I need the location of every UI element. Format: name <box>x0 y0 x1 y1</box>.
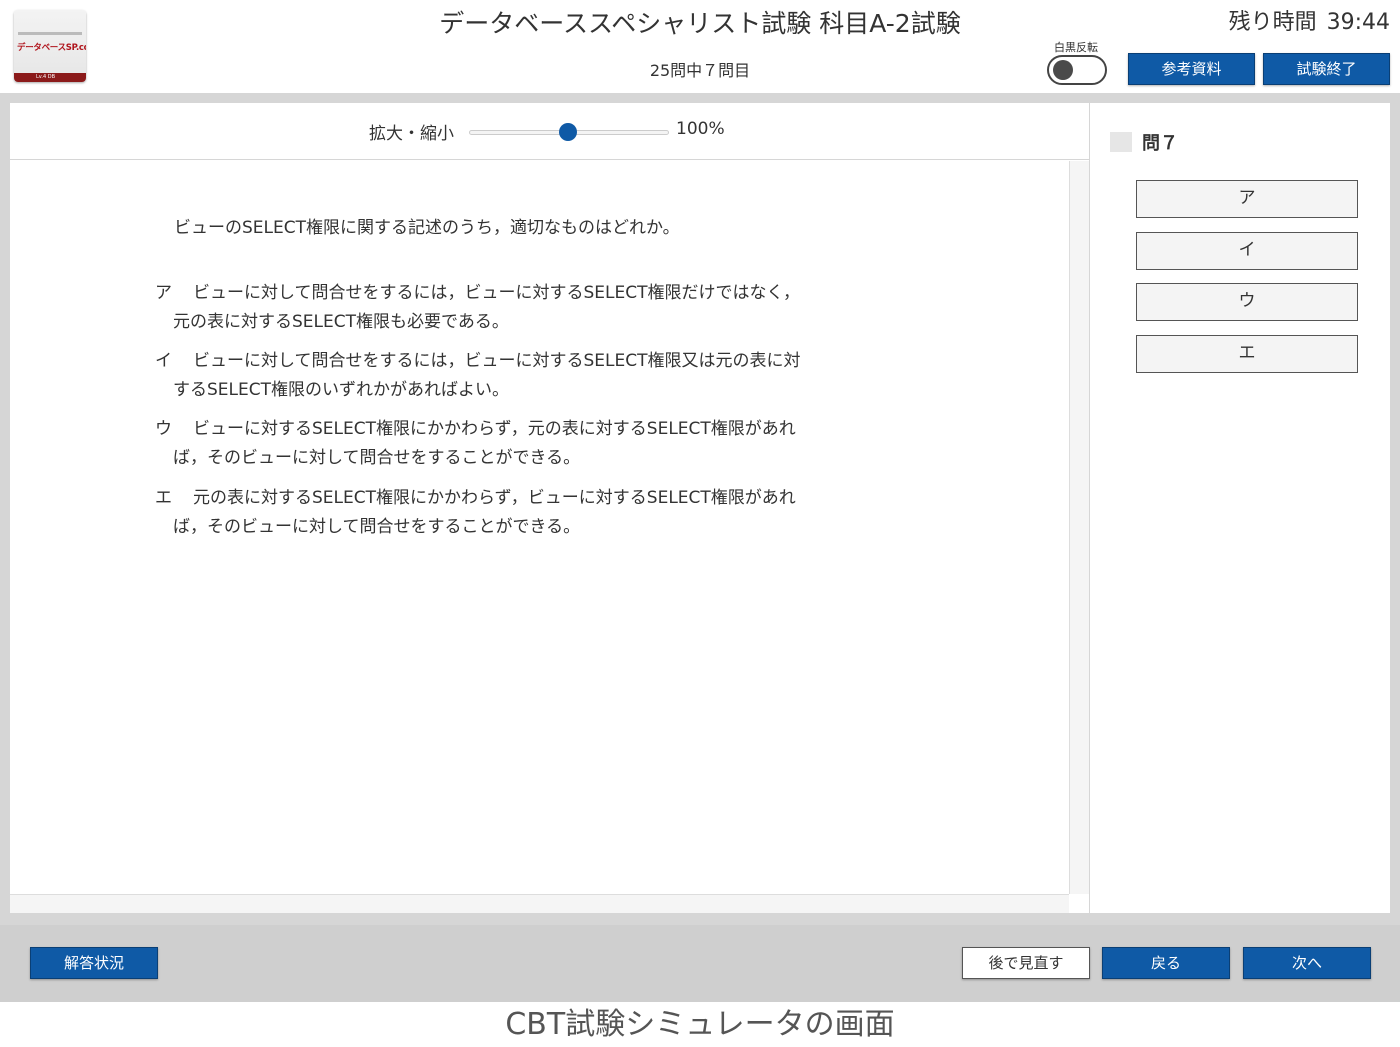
option-text-cont: ば，そのビューに対して問合せをすることができる。 <box>173 448 581 468</box>
option-text-cont: 元の表に対するSELECT権限も必要である。 <box>173 312 509 332</box>
option-text: ビューに対して問合せをするには，ビューに対するSELECT権限だけではなく， <box>193 283 800 303</box>
review-flag-checkbox[interactable] <box>1110 132 1132 152</box>
option-label: ア <box>155 283 172 303</box>
option-c: ウ ビューに対するSELECT権限にかかわらず，元の表に対するSELECT権限が… <box>155 415 875 473</box>
toggle-knob <box>1053 60 1073 80</box>
invert-toggle[interactable] <box>1047 55 1107 85</box>
timer-label: 残り時間 <box>1228 10 1317 35</box>
answer-panel: 問７ ア イ ウ エ <box>1090 103 1390 913</box>
question-body: ビューのSELECT権限に関する記述のうち，適切なものはどれか。 ア ビューに対… <box>10 161 1069 894</box>
next-button[interactable]: 次へ <box>1243 947 1371 979</box>
logo-brand: データベースSP.com <box>17 43 86 53</box>
question-number: 問７ <box>1142 133 1178 154</box>
screen-caption: CBT試験シミュレータの画面 <box>0 1002 1400 1047</box>
back-button[interactable]: 戻る <box>1102 947 1230 979</box>
option-text-cont: ば，そのビューに対して問合せをすることができる。 <box>173 517 581 537</box>
option-d: エ 元の表に対するSELECT権限にかかわらず，ビューに対するSELECT権限が… <box>155 484 875 542</box>
timer-value: 39:44 <box>1326 10 1390 35</box>
answer-panel-heading: 問７ <box>1110 129 1178 155</box>
answer-choice-c[interactable]: ウ <box>1136 283 1358 321</box>
review-later-button[interactable]: 後で見直す <box>962 947 1090 979</box>
option-label: ウ <box>155 419 172 439</box>
option-label: イ <box>155 351 172 371</box>
answer-choice-a[interactable]: ア <box>1136 180 1358 218</box>
end-exam-button[interactable]: 試験終了 <box>1263 53 1390 85</box>
option-text: ビューに対して問合せをするには，ビューに対するSELECT権限又は元の表に対 <box>193 351 801 371</box>
option-text: 元の表に対するSELECT権限にかかわらず，ビューに対するSELECT権限があれ <box>193 488 796 508</box>
option-label: エ <box>155 488 172 508</box>
reference-button[interactable]: 参考資料 <box>1128 53 1255 85</box>
option-text-cont: するSELECT権限のいずれかがあればよい。 <box>173 380 509 400</box>
footer-bar: 解答状況 後で見直す 戻る 次へ <box>0 925 1400 1002</box>
header: データベースSP.com Lv.4 DB データベーススペシャリスト試験 科目A… <box>0 0 1400 93</box>
vertical-scrollbar[interactable] <box>1069 161 1089 894</box>
exam-title: データベーススペシャリスト試験 科目A-2試験 <box>439 9 961 38</box>
horizontal-scrollbar[interactable] <box>10 894 1069 913</box>
question-pane: 拡大・縮小 100% ビューのSELECT権限に関する記述のうち，適切なものはど… <box>10 103 1089 913</box>
scrollbar-corner <box>1069 894 1089 913</box>
answer-status-button[interactable]: 解答状況 <box>30 947 158 979</box>
question-stem: ビューのSELECT権限に関する記述のうち，適切なものはどれか。 <box>174 218 680 238</box>
invert-toggle-label: 白黒反転 <box>1054 41 1098 54</box>
remaining-time: 残り時間 39:44 <box>1229 4 1390 36</box>
zoom-bar: 拡大・縮小 100% <box>10 103 1089 160</box>
option-b: イ ビューに対して問合せをするには，ビューに対するSELECT権限又は元の表に対… <box>155 347 875 405</box>
option-text: ビューに対するSELECT権限にかかわらず，元の表に対するSELECT権限があれ <box>193 419 796 439</box>
option-a: ア ビューに対して問合せをするには，ビューに対するSELECT権限だけではなく，… <box>155 279 875 337</box>
answer-choice-b[interactable]: イ <box>1136 232 1358 270</box>
zoom-slider-handle[interactable] <box>559 123 577 141</box>
zoom-value: 100% <box>676 119 725 139</box>
answer-choice-d[interactable]: エ <box>1136 335 1358 373</box>
zoom-label: 拡大・縮小 <box>369 124 454 144</box>
